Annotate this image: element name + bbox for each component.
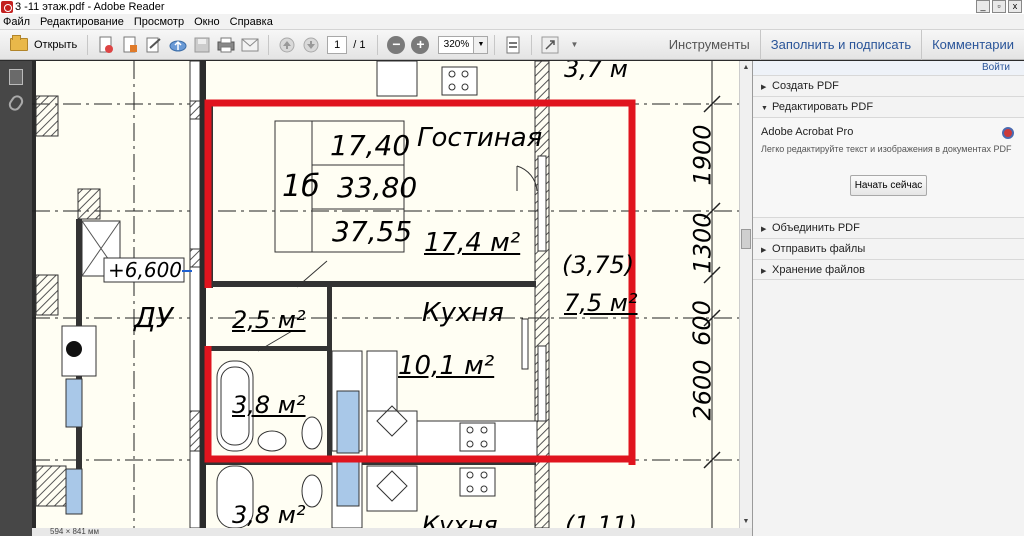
kitchen-area: 10,1 м² — [398, 351, 495, 381]
toolbar-separator — [531, 34, 533, 55]
balcony-label-lower: (1,11) — [565, 511, 638, 528]
document-view[interactable]: 1б 17,40 33,80 37,55 Гостиная 17,4 м² Ку… — [32, 61, 739, 528]
section-send-files[interactable]: ▶ Отправить файлы — [753, 238, 1024, 259]
zoom-out-button[interactable]: − — [387, 35, 406, 54]
page-edge — [32, 61, 36, 528]
next-page-icon[interactable] — [301, 35, 321, 55]
dimension-label: 600 — [687, 300, 716, 346]
zoom-input[interactable]: 320% — [438, 35, 475, 54]
section-label: Объединить PDF — [772, 222, 860, 234]
section-label: Создать PDF — [772, 80, 839, 92]
toolbar-options-icon[interactable]: ▼ — [564, 35, 584, 55]
scroll-up-icon[interactable]: ▲ — [740, 61, 752, 74]
email-icon[interactable] — [240, 35, 260, 55]
room-top-label: 3,7 м — [564, 61, 628, 83]
menu-help[interactable]: Справка — [230, 16, 273, 28]
zoom-dropdown-icon[interactable]: ▼ — [474, 35, 489, 54]
expand-arrow-icon: ▶ — [761, 268, 767, 275]
start-now-button[interactable]: Начать сейчас — [850, 175, 927, 196]
cloud-upload-icon[interactable] — [168, 35, 188, 55]
dimension-label: 1900 — [688, 124, 717, 186]
menu-bar: Файл Редактирование Просмотр Окно Справк… — [0, 14, 1024, 30]
page-thumbnails-icon[interactable] — [9, 69, 23, 85]
living-room-label: Гостиная — [417, 123, 543, 153]
section-create-pdf[interactable]: ▶ Создать PDF — [753, 75, 1024, 96]
bathroom-area-lower: 3,8 м² — [232, 501, 306, 528]
section-edit-pdf[interactable]: ▼ Редактировать PDF — [753, 96, 1024, 117]
acrobat-badge-icon — [1002, 127, 1014, 139]
edit-pdf-icon[interactable] — [120, 35, 140, 55]
section-combine-pdf[interactable]: ▶ Объединить PDF — [753, 217, 1024, 238]
window-title: 3 -11 этаж.pdf - Adobe Reader — [15, 1, 165, 13]
du-label: ДУ — [134, 301, 173, 334]
page-total: / 1 — [353, 38, 366, 51]
area-value: 33,80 — [337, 171, 418, 204]
kitchen-label-lower: Кухня — [422, 511, 498, 528]
create-pdf-icon[interactable] — [96, 35, 116, 55]
menu-file[interactable]: Файл — [3, 16, 30, 28]
toolbar-right: Инструменты Заполнить и подписать Коммен… — [659, 30, 1024, 60]
toolbar-separator — [494, 34, 496, 55]
dimension-label: 1300 — [688, 212, 717, 274]
expand-arrow-icon: ▶ — [761, 226, 767, 233]
acrobat-promo: Adobe Acrobat Pro Легко редактируйте тек… — [753, 117, 1024, 217]
minimize-button[interactable]: _ — [976, 0, 990, 13]
area-value: 17,40 — [330, 129, 411, 162]
save-icon[interactable] — [192, 35, 212, 55]
promo-description: Легко редактируйте текст и изображения в… — [761, 144, 1012, 154]
sign-icon[interactable] — [144, 35, 164, 55]
bathroom-area: 3,8 м² — [232, 391, 306, 419]
menu-edit[interactable]: Редактирование — [40, 16, 124, 28]
window-controls: _ ▫ x — [976, 0, 1022, 13]
previous-page-icon[interactable] — [277, 35, 297, 55]
balcony-area: 7,5 м² — [564, 289, 638, 317]
open-label: Открыть — [34, 38, 78, 51]
adobe-reader-icon — [1, 1, 13, 13]
menu-view[interactable]: Просмотр — [134, 16, 184, 28]
section-store-files[interactable]: ▶ Хранение файлов — [753, 259, 1024, 280]
section-label: Редактировать PDF — [772, 101, 874, 113]
scroll-down-icon[interactable]: ▼ — [740, 515, 752, 528]
sign-in-link[interactable]: Войти — [753, 61, 1024, 75]
fit-page-icon[interactable] — [503, 35, 523, 55]
attachments-icon[interactable] — [6, 93, 26, 113]
section-label: Отправить файлы — [772, 243, 866, 255]
kitchen-label: Кухня — [422, 298, 504, 328]
toolbar-separator — [268, 34, 270, 55]
zoom-in-button[interactable]: + — [411, 35, 430, 54]
fullscreen-icon[interactable] — [540, 35, 560, 55]
balcony-label: (3,75) — [562, 251, 635, 279]
open-button[interactable]: Открыть — [6, 34, 81, 56]
section-label: Хранение файлов — [772, 264, 865, 276]
fill-sign-button[interactable]: Заполнить и подписать — [759, 30, 921, 60]
print-icon[interactable] — [216, 35, 236, 55]
level-mark: +6,600 — [108, 258, 183, 282]
promo-title: Adobe Acrobat Pro — [761, 126, 854, 138]
dimension-label: 2600 — [688, 359, 717, 421]
room-code: 1б — [282, 169, 320, 204]
folder-icon — [10, 35, 28, 51]
title-bar: 3 -11 этаж.pdf - Adobe Reader _ ▫ x — [0, 0, 1024, 14]
hall-area: 2,5 м² — [232, 306, 306, 334]
collapse-arrow-icon: ▼ — [761, 105, 768, 112]
vertical-scrollbar[interactable]: ▲ ▼ — [739, 61, 752, 528]
toolbar: Открыть 1 / 1 − + 320% ▼ ▼ Инструменты З… — [0, 30, 1024, 60]
navigation-pane — [0, 61, 32, 536]
scroll-thumb[interactable] — [741, 229, 751, 249]
toolbar-separator — [377, 34, 379, 55]
menu-window[interactable]: Окно — [194, 16, 220, 28]
tools-button[interactable]: Инструменты — [659, 30, 760, 60]
close-button[interactable]: x — [1008, 0, 1022, 13]
living-room-area: 17,4 м² — [424, 228, 521, 258]
restore-button[interactable]: ▫ — [992, 0, 1006, 13]
page-size-status: 594 × 841 мм — [32, 528, 752, 536]
area-value: 37,55 — [332, 215, 413, 248]
page-number-input[interactable]: 1 — [327, 35, 348, 54]
expand-arrow-icon: ▶ — [761, 84, 767, 91]
expand-arrow-icon: ▶ — [761, 247, 767, 254]
tools-panel: Войти ▶ Создать PDF ▼ Редактировать PDF Ad… — [752, 61, 1024, 536]
comments-button[interactable]: Комментарии — [921, 30, 1024, 60]
toolbar-separator — [87, 34, 89, 55]
